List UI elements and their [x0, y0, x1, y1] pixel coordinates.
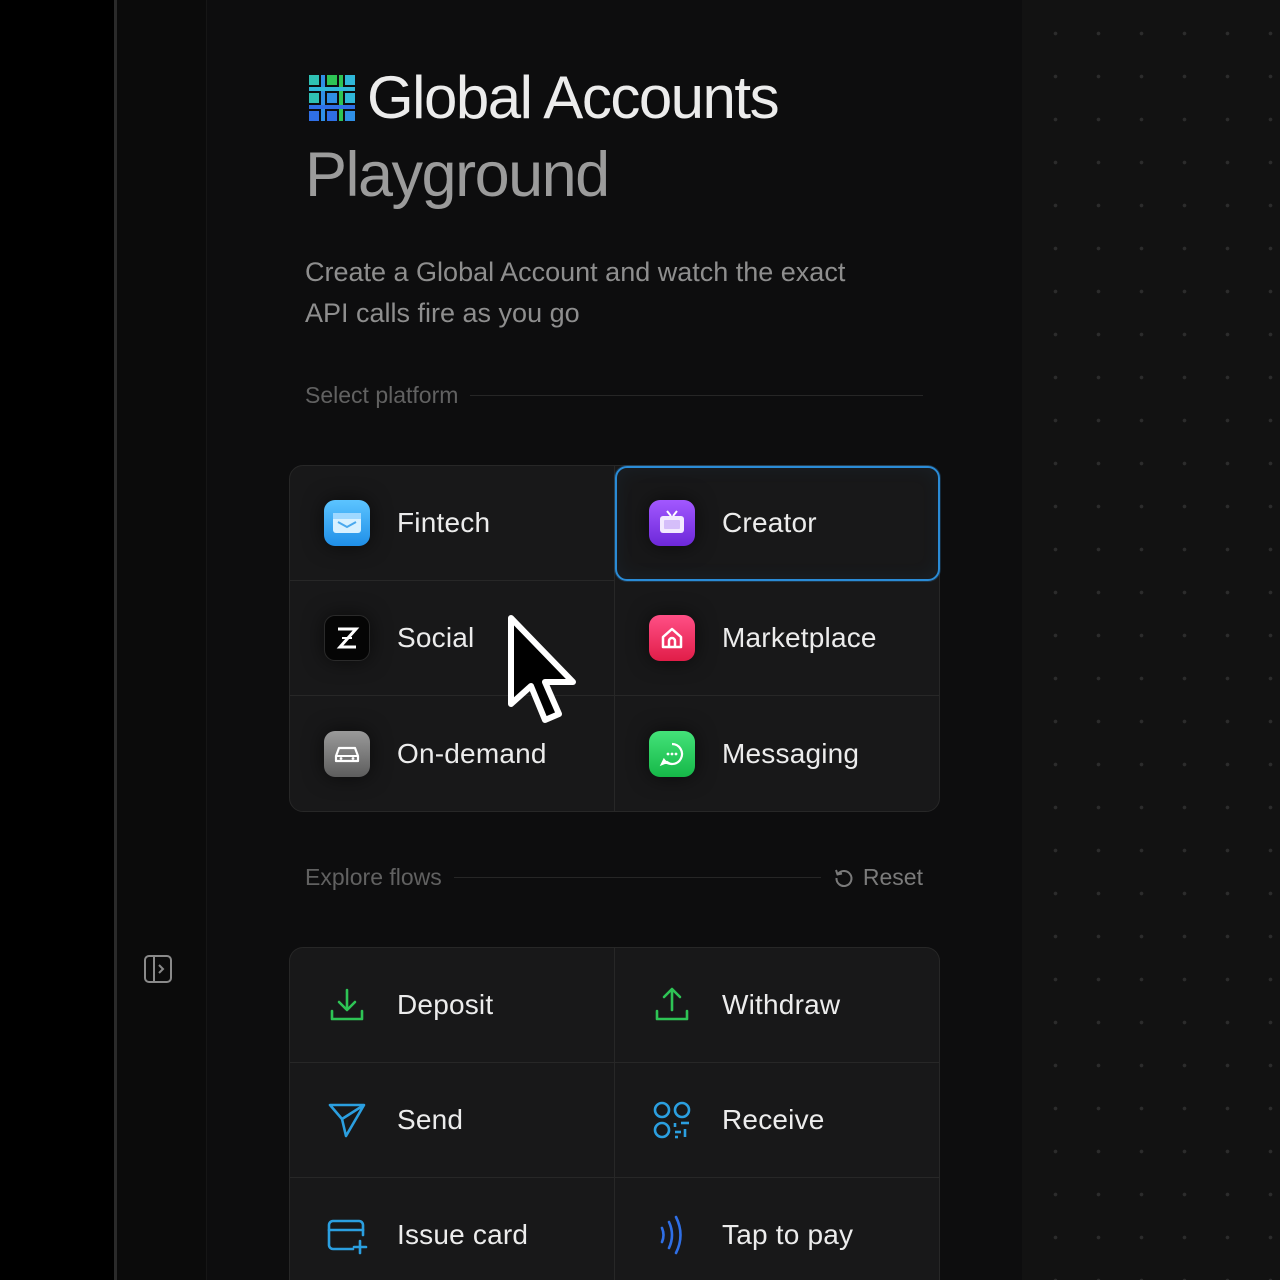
flow-label: Deposit [397, 989, 494, 1020]
sidebar-toggle-button[interactable] [142, 953, 174, 985]
flow-label: Tap to pay [722, 1219, 854, 1250]
platform-label: Marketplace [722, 622, 877, 653]
download-icon [324, 982, 370, 1028]
flow-label: Withdraw [722, 989, 841, 1020]
platform-messaging[interactable]: Messaging [615, 696, 940, 811]
chat-bubble-icon [649, 730, 695, 777]
page-subtitle: Playground [305, 140, 610, 210]
side-gutter [117, 0, 207, 1280]
send-icon [324, 1097, 370, 1143]
flow-issue-card[interactable]: Issue card [290, 1178, 615, 1280]
house-icon [649, 615, 695, 661]
select-platform-header: Select platform [305, 382, 923, 409]
platform-fintech[interactable]: Fintech [290, 466, 615, 581]
flow-label: Send [397, 1104, 464, 1135]
flow-send[interactable]: Send [290, 1063, 615, 1178]
flow-label: Issue card [397, 1219, 529, 1250]
qr-code-icon [649, 1097, 695, 1143]
platform-label: Social [397, 622, 475, 653]
title-row: Global Accounts [307, 64, 780, 131]
divider [453, 877, 821, 878]
wallet-icon [324, 500, 370, 546]
platform-label: Fintech [397, 507, 491, 538]
select-platform-label: Select platform [305, 382, 459, 408]
z-logo-icon [324, 615, 370, 661]
flows-grid: Deposit Withdraw Send Receive Issue card… [289, 947, 940, 1280]
reset-icon [834, 869, 853, 887]
contactless-icon [649, 1212, 695, 1258]
flow-tap-to-pay[interactable]: Tap to pay [615, 1178, 940, 1280]
platform-creator[interactable]: Creator [615, 466, 940, 581]
page-description: Create a Global Account and watch the ex… [305, 257, 846, 328]
car-icon [324, 730, 370, 777]
platform-label: Creator [722, 507, 817, 538]
flow-receive[interactable]: Receive [615, 1063, 940, 1178]
left-rail [0, 0, 114, 1280]
platform-grid: Fintech Creator Social Marketplace On-de… [289, 465, 940, 812]
explore-flows-label: Explore flows [305, 864, 442, 890]
upload-icon [649, 982, 695, 1028]
dotted-background [1022, 0, 1280, 1280]
divider [470, 395, 923, 396]
flow-deposit[interactable]: Deposit [290, 948, 615, 1063]
global-accounts-logo-icon [309, 75, 355, 121]
reset-button[interactable]: Reset [833, 864, 923, 891]
platform-label: On-demand [397, 737, 547, 769]
platform-on-demand[interactable]: On-demand [290, 696, 615, 811]
reset-label: Reset [862, 864, 923, 890]
tv-icon [649, 500, 695, 546]
sidebar-expand-icon [144, 955, 172, 983]
flow-label: Receive [722, 1104, 825, 1135]
card-add-icon [324, 1212, 370, 1258]
platform-marketplace[interactable]: Marketplace [615, 581, 940, 696]
explore-flows-header: Explore flows Reset [305, 864, 923, 891]
platform-social[interactable]: Social [290, 581, 615, 696]
flow-withdraw[interactable]: Withdraw [615, 948, 940, 1063]
page-title: Global Accounts [367, 64, 780, 131]
platform-label: Messaging [722, 737, 860, 769]
